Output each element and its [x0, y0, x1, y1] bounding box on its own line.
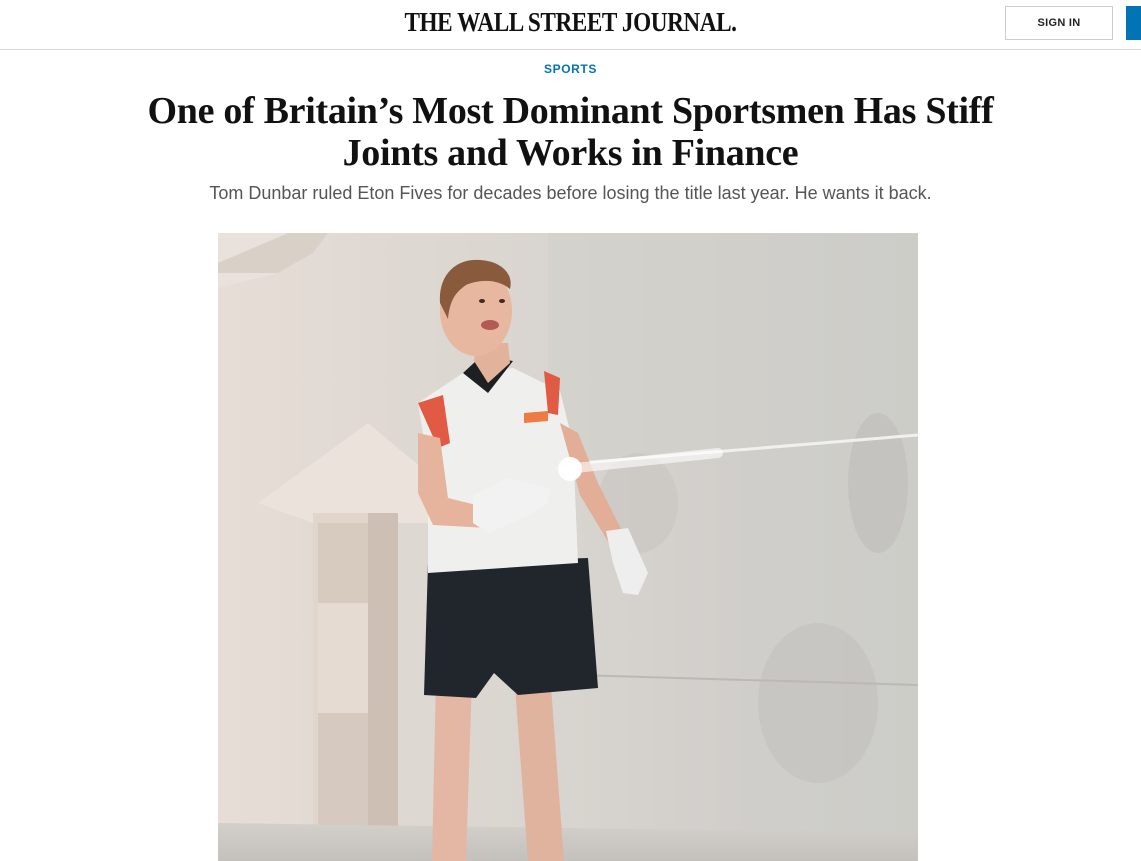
- sign-in-button[interactable]: SIGN IN: [1005, 6, 1113, 40]
- section-link-sports[interactable]: SPORTS: [0, 62, 1141, 76]
- article-dek: Tom Dunbar ruled Eton Fives for decades …: [209, 183, 932, 203]
- subscribe-button[interactable]: [1126, 6, 1141, 40]
- hero-photo-illustration: [218, 233, 918, 861]
- site-header: THE WALL STREET JOURNAL. SIGN IN: [0, 0, 1141, 50]
- masthead-logo[interactable]: THE WALL STREET JOURNAL.: [80, 7, 1061, 38]
- article-headline: One of Britain’s Most Dominant Sportsmen…: [147, 90, 994, 174]
- article-hero-photo: [218, 233, 918, 861]
